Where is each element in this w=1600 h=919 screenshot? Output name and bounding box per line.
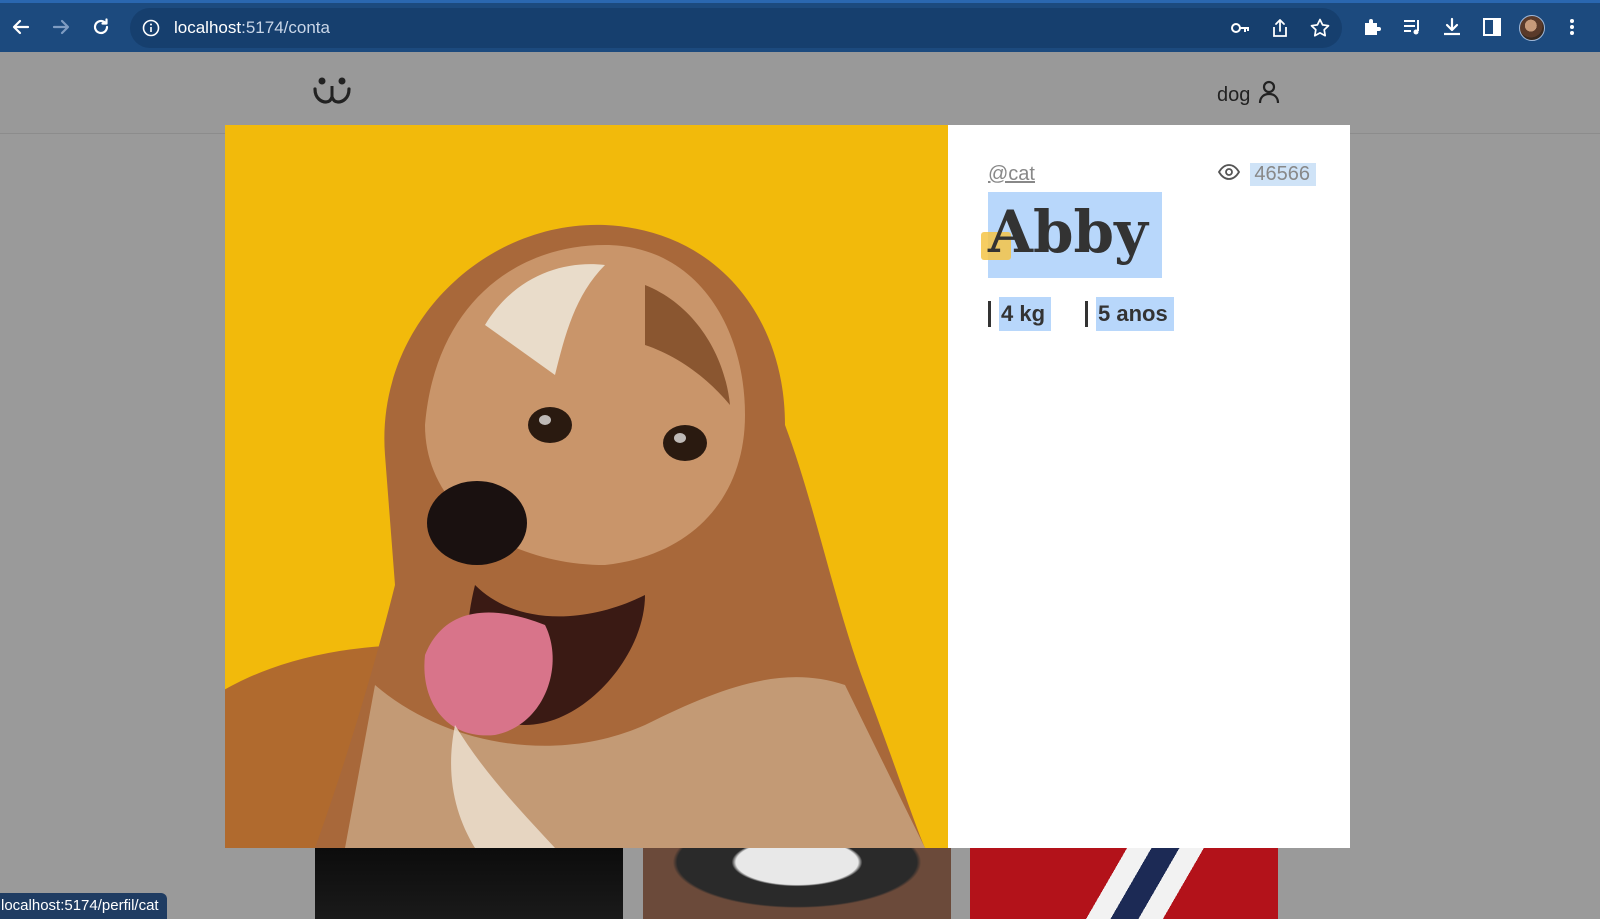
browser-toolbar: localhost:5174/conta (0, 0, 1600, 52)
account-username: dog (1217, 83, 1251, 106)
site-info-icon[interactable] (142, 19, 160, 37)
eye-icon (1218, 163, 1241, 186)
account-link[interactable]: dog (1217, 80, 1280, 110)
views-counter: 46566 (1218, 163, 1316, 186)
status-bar-url: localhost:5174/perfil/cat (0, 893, 167, 919)
age-attribute: 5 anos (1085, 297, 1174, 331)
views-count: 46566 (1250, 163, 1316, 186)
attribute-divider (988, 301, 991, 327)
site-header: dog (0, 52, 1600, 134)
attribute-divider (1085, 301, 1089, 327)
author-link[interactable]: @cat (988, 163, 1035, 186)
photo-title-block: Abby (981, 192, 1162, 278)
weight-value: 4 kg (999, 297, 1052, 331)
more-menu-icon[interactable] (1558, 13, 1586, 41)
back-arrow-icon[interactable] (7, 13, 35, 41)
dog-photo (225, 125, 948, 848)
share-icon[interactable] (1266, 14, 1294, 42)
url-text: localhost:5174/conta (174, 18, 330, 37)
dog-face-logo-icon[interactable] (312, 74, 352, 110)
user-icon (1258, 80, 1280, 110)
weight-attribute: 4 kg (988, 297, 1052, 331)
key-icon[interactable] (1226, 14, 1254, 42)
bookmark-star-icon[interactable] (1306, 14, 1334, 42)
media-queue-icon[interactable] (1398, 13, 1426, 41)
address-bar[interactable]: localhost:5174/conta (130, 8, 1342, 48)
profile-avatar[interactable] (1519, 15, 1545, 41)
photo-info-panel: @cat 46566 Abby 4 kg 5 anos (948, 125, 1350, 848)
side-panel-icon[interactable] (1478, 13, 1506, 41)
reload-icon[interactable] (87, 13, 115, 41)
forward-arrow-icon[interactable] (47, 13, 75, 41)
photo-title: Abby (981, 192, 1162, 278)
age-value: 5 anos (1096, 297, 1174, 331)
photo-modal: @cat 46566 Abby 4 kg 5 anos (225, 125, 1350, 848)
pet-attributes: 4 kg 5 anos (988, 297, 1174, 331)
download-icon[interactable] (1438, 13, 1466, 41)
feed-photo-thumbnail[interactable] (643, 848, 951, 919)
feed-photo-thumbnail[interactable] (315, 848, 623, 919)
extensions-puzzle-icon[interactable] (1358, 13, 1386, 41)
feed-photo-thumbnail[interactable] (970, 848, 1278, 919)
